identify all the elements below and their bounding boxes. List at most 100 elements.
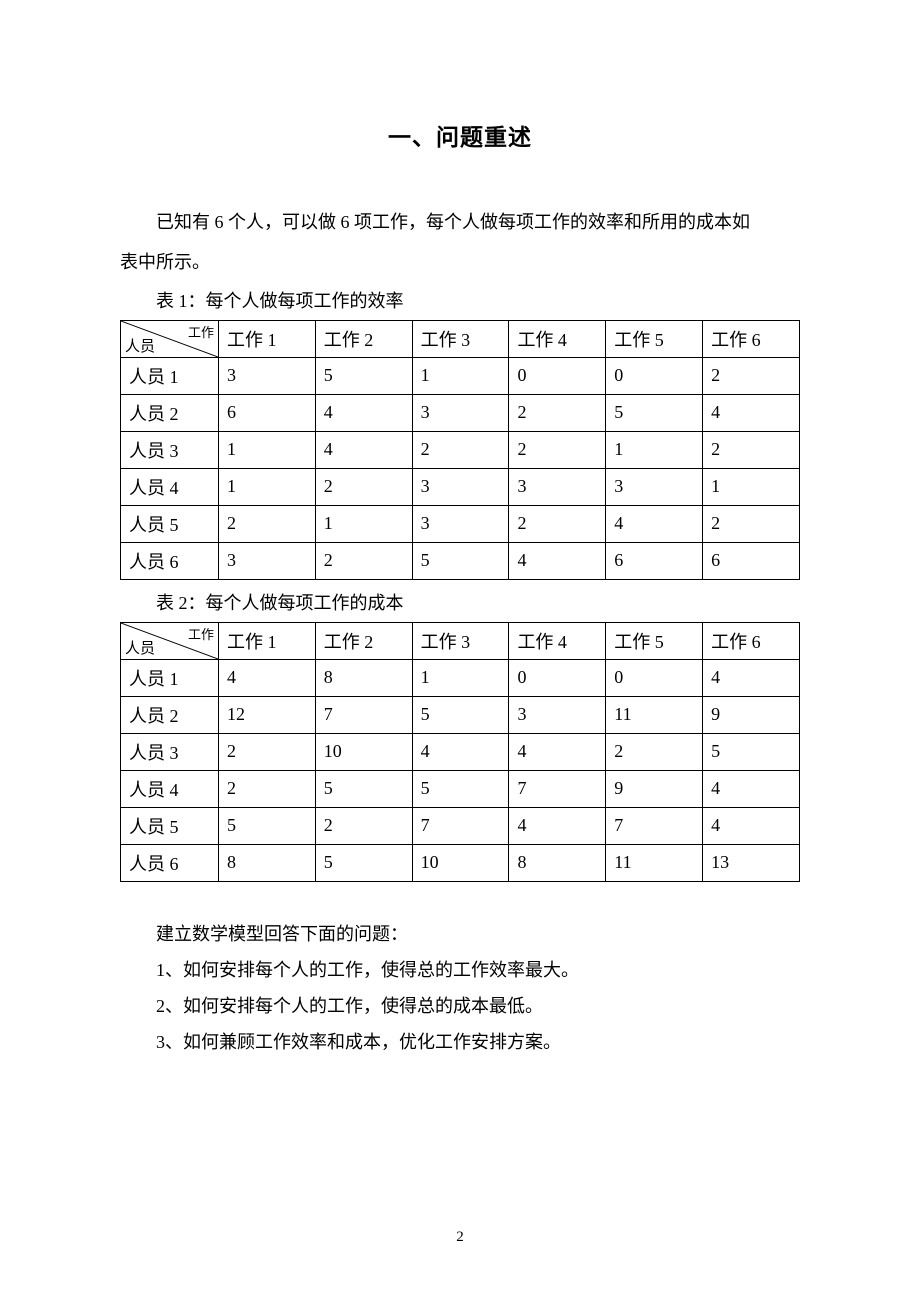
cell: 4	[412, 734, 509, 771]
cell: 4	[509, 734, 606, 771]
cell: 13	[703, 845, 800, 882]
cell: 2	[412, 432, 509, 469]
question-2: 2、如何安排每个人的工作，使得总的成本最低。	[120, 988, 800, 1024]
diag-bottom-label: 人员	[125, 637, 155, 658]
cell: 4	[703, 660, 800, 697]
cell: 3	[509, 469, 606, 506]
col-header: 工作 3	[412, 321, 509, 358]
cell: 5	[218, 808, 315, 845]
row-label: 人员 5	[121, 808, 219, 845]
col-header: 工作 6	[703, 623, 800, 660]
table-row: 人员 212753119	[121, 697, 800, 734]
cell: 3	[509, 697, 606, 734]
cell: 2	[315, 808, 412, 845]
col-header: 工作 6	[703, 321, 800, 358]
cell: 1	[703, 469, 800, 506]
cell: 3	[412, 506, 509, 543]
col-header: 工作 5	[606, 623, 703, 660]
row-label: 人员 5	[121, 506, 219, 543]
intro-paragraph-line2: 表中所示。	[120, 244, 800, 280]
row-label: 人员 4	[121, 469, 219, 506]
cell: 8	[218, 845, 315, 882]
cell: 2	[703, 506, 800, 543]
table-row: 人员 5527474	[121, 808, 800, 845]
row-label: 人员 4	[121, 771, 219, 808]
cell: 7	[315, 697, 412, 734]
cell: 3	[218, 543, 315, 580]
col-header: 工作 3	[412, 623, 509, 660]
table-row: 人员 6325466	[121, 543, 800, 580]
cell: 1	[606, 432, 703, 469]
cell: 1	[315, 506, 412, 543]
table-row: 人员 3142212	[121, 432, 800, 469]
cell: 2	[218, 734, 315, 771]
section-heading: 一、问题重述	[120, 118, 800, 152]
cell: 0	[509, 358, 606, 395]
cell: 5	[606, 395, 703, 432]
col-header: 工作 4	[509, 321, 606, 358]
diag-bottom-label: 人员	[125, 335, 155, 356]
col-header: 工作 1	[218, 623, 315, 660]
cell: 6	[606, 543, 703, 580]
page-number: 2	[0, 1229, 920, 1246]
cell: 2	[315, 543, 412, 580]
questions-intro: 建立数学模型回答下面的问题：	[120, 916, 800, 952]
cell: 0	[606, 660, 703, 697]
table-row: 人员 1351002	[121, 358, 800, 395]
row-label: 人员 2	[121, 395, 219, 432]
cell: 4	[218, 660, 315, 697]
cell: 2	[703, 432, 800, 469]
cell: 1	[218, 469, 315, 506]
cell: 11	[606, 845, 703, 882]
cell: 2	[218, 771, 315, 808]
table-row: 人员 2643254	[121, 395, 800, 432]
table2-cost: 工作 人员 工作 1 工作 2 工作 3 工作 4 工作 5 工作 6 人员 1…	[120, 622, 800, 882]
row-label: 人员 2	[121, 697, 219, 734]
row-label: 人员 6	[121, 845, 219, 882]
cell: 0	[606, 358, 703, 395]
cell: 2	[509, 432, 606, 469]
col-header: 工作 5	[606, 321, 703, 358]
diag-top-label: 工作	[188, 624, 214, 643]
cell: 0	[509, 660, 606, 697]
cell: 2	[606, 734, 703, 771]
cell: 5	[703, 734, 800, 771]
cell: 5	[412, 697, 509, 734]
cell: 7	[606, 808, 703, 845]
cell: 2	[509, 395, 606, 432]
cell: 3	[606, 469, 703, 506]
cell: 4	[703, 808, 800, 845]
cell: 4	[509, 543, 606, 580]
row-label: 人员 6	[121, 543, 219, 580]
col-header: 工作 4	[509, 623, 606, 660]
cell: 6	[218, 395, 315, 432]
table2-diagonal-header: 工作 人员	[121, 623, 219, 660]
table-row: 人员 4123331	[121, 469, 800, 506]
cell: 7	[509, 771, 606, 808]
col-header: 工作 2	[315, 321, 412, 358]
document-page: 一、问题重述 已知有 6 个人，可以做 6 项工作，每个人做每项工作的效率和所用…	[0, 0, 920, 1302]
cell: 3	[412, 395, 509, 432]
cell: 5	[315, 845, 412, 882]
table1-caption: 表 1：每个人做每项工作的效率	[120, 284, 800, 318]
table-row: 人员 32104425	[121, 734, 800, 771]
row-label: 人员 1	[121, 358, 219, 395]
cell: 5	[315, 771, 412, 808]
cell: 4	[703, 395, 800, 432]
cell: 2	[218, 506, 315, 543]
question-1: 1、如何安排每个人的工作，使得总的工作效率最大。	[120, 952, 800, 988]
cell: 4	[315, 395, 412, 432]
table1-diagonal-header: 工作 人员	[121, 321, 219, 358]
cell: 2	[509, 506, 606, 543]
row-label: 人员 1	[121, 660, 219, 697]
cell: 2	[315, 469, 412, 506]
cell: 5	[412, 771, 509, 808]
row-label: 人员 3	[121, 734, 219, 771]
cell: 4	[315, 432, 412, 469]
cell: 1	[218, 432, 315, 469]
diag-top-label: 工作	[188, 322, 214, 341]
table-header-row: 工作 人员 工作 1 工作 2 工作 3 工作 4 工作 5 工作 6	[121, 623, 800, 660]
row-label: 人员 3	[121, 432, 219, 469]
table1-efficiency: 工作 人员 工作 1 工作 2 工作 3 工作 4 工作 5 工作 6 人员 1…	[120, 320, 800, 580]
col-header: 工作 2	[315, 623, 412, 660]
